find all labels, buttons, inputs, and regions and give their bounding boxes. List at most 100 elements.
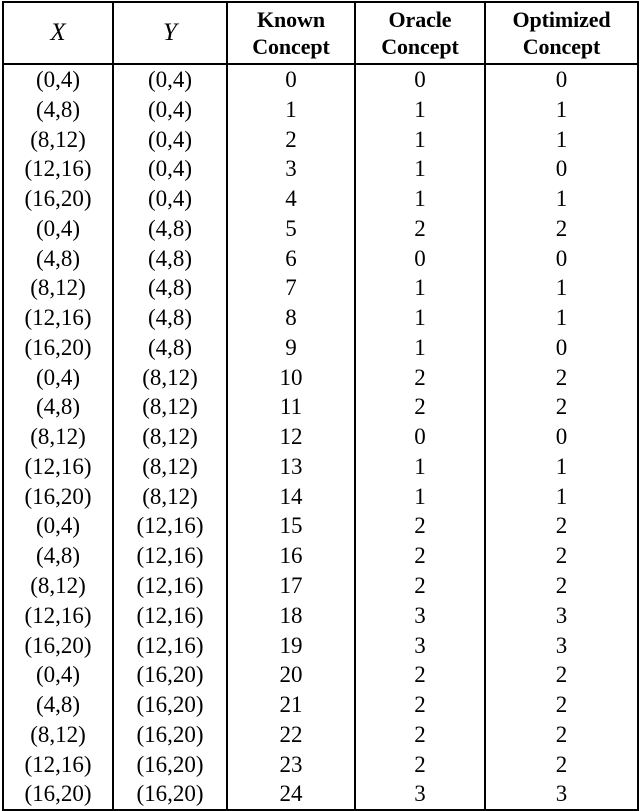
cell-optimized: 2 bbox=[555, 692, 568, 718]
table-row: (8,12) (8,12) 12 0 0 bbox=[3, 422, 638, 452]
table-row: (0,4) (0,4) 0 0 0 bbox=[3, 64, 638, 95]
cell-x: (12,16) bbox=[3, 451, 114, 482]
cell-optimized: 1 bbox=[555, 483, 568, 509]
cell-x: (16,20) bbox=[3, 332, 114, 363]
cell-optimized: 2 bbox=[555, 543, 568, 569]
column-header-known-concept-line2: Concept bbox=[252, 34, 330, 59]
table-container: X Y Known Concept Oracle Concept Optimiz… bbox=[2, 1, 639, 811]
cell-oracle: 1 bbox=[355, 481, 486, 512]
cell-y: (0,4) bbox=[113, 154, 228, 185]
table-row: (12,16) (4,8) 8 1 1 bbox=[3, 303, 638, 333]
table-row: (4,8) (16,20) 21 2 2 bbox=[3, 690, 638, 720]
column-header-optimized-concept: Optimized Concept bbox=[485, 2, 638, 65]
cell-known: 21 bbox=[227, 690, 356, 720]
column-header-oracle-concept: Oracle Concept bbox=[355, 2, 486, 65]
cell-oracle: 2 bbox=[355, 749, 486, 780]
cell-known: 8 bbox=[227, 303, 356, 333]
column-header-optimized-concept-line2: Concept bbox=[522, 34, 601, 59]
cell-oracle: 2 bbox=[355, 362, 486, 393]
cell-x: (16,20) bbox=[3, 481, 114, 512]
header-row: X Y Known Concept Oracle Concept Optimiz… bbox=[3, 2, 638, 65]
cell-known: 4 bbox=[227, 184, 356, 214]
table-row: (0,4) (12,16) 15 2 2 bbox=[3, 511, 638, 542]
table-row: (4,8) (0,4) 1 1 1 bbox=[3, 94, 638, 125]
column-header-y-label: Y bbox=[163, 19, 177, 46]
table-row: (8,12) (0,4) 2 1 1 bbox=[3, 124, 638, 155]
cell-oracle: 1 bbox=[355, 154, 486, 185]
cell-x: (16,20) bbox=[3, 184, 114, 214]
cell-known: 19 bbox=[227, 630, 356, 661]
cell-oracle: 1 bbox=[355, 451, 486, 482]
cell-oracle: 0 bbox=[355, 422, 486, 452]
cell-y: (0,4) bbox=[113, 184, 228, 214]
table-row: (12,16) (12,16) 18 3 3 bbox=[3, 600, 638, 631]
cell-y: (4,8) bbox=[113, 243, 228, 274]
table-row: (16,20) (8,12) 14 1 1 bbox=[3, 481, 638, 512]
cell-optimized: 2 bbox=[555, 394, 568, 420]
cell-known: 6 bbox=[227, 243, 356, 274]
cell-optimized: 2 bbox=[555, 215, 568, 241]
cell-oracle: 1 bbox=[355, 94, 486, 125]
table-row: (12,16) (0,4) 3 1 0 bbox=[3, 154, 638, 185]
cell-y: (16,20) bbox=[113, 660, 228, 691]
cell-optimized: 2 bbox=[555, 751, 568, 777]
cell-optimized: 3 bbox=[555, 781, 568, 807]
cell-known: 24 bbox=[227, 779, 356, 811]
cell-oracle: 2 bbox=[355, 660, 486, 691]
cell-optimized: 2 bbox=[555, 721, 568, 747]
cell-y: (0,4) bbox=[113, 124, 228, 155]
column-header-oracle-concept-line1: Oracle bbox=[388, 7, 452, 32]
cell-x: (12,16) bbox=[3, 303, 114, 333]
cell-oracle: 0 bbox=[355, 64, 486, 95]
cell-oracle: 1 bbox=[355, 332, 486, 363]
table-row: (0,4) (8,12) 10 2 2 bbox=[3, 362, 638, 393]
cell-known: 5 bbox=[227, 213, 356, 244]
cell-x: (8,12) bbox=[3, 422, 114, 452]
cell-optimized: 1 bbox=[555, 453, 568, 479]
cell-oracle: 1 bbox=[355, 184, 486, 214]
cell-optimized: 1 bbox=[555, 305, 568, 331]
cell-optimized: 3 bbox=[555, 602, 568, 628]
cell-known: 17 bbox=[227, 571, 356, 601]
cell-x: (0,4) bbox=[3, 213, 114, 244]
cell-x: (0,4) bbox=[3, 660, 114, 691]
cell-y: (8,12) bbox=[113, 362, 228, 393]
cell-optimized: 1 bbox=[555, 275, 568, 301]
cell-optimized: 0 bbox=[555, 424, 568, 450]
cell-known: 18 bbox=[227, 600, 356, 631]
cell-known: 22 bbox=[227, 719, 356, 750]
table-header: X Y Known Concept Oracle Concept Optimiz… bbox=[3, 2, 638, 65]
cell-y: (8,12) bbox=[113, 422, 228, 452]
cell-known: 0 bbox=[227, 64, 356, 95]
cell-x: (4,8) bbox=[3, 392, 114, 423]
cell-oracle: 0 bbox=[355, 243, 486, 274]
table-row: (8,12) (16,20) 22 2 2 bbox=[3, 719, 638, 750]
column-header-known-concept: Known Concept bbox=[227, 2, 356, 65]
cell-oracle: 1 bbox=[355, 124, 486, 155]
table-row: (16,20) (0,4) 4 1 1 bbox=[3, 184, 638, 214]
cell-oracle: 2 bbox=[355, 392, 486, 423]
column-header-known-concept-line1: Known bbox=[257, 7, 325, 32]
cell-optimized: 1 bbox=[555, 126, 568, 152]
column-header-oracle-concept-line2: Concept bbox=[381, 34, 459, 59]
cell-y: (4,8) bbox=[113, 213, 228, 244]
cell-x: (16,20) bbox=[3, 779, 114, 811]
column-header-optimized-concept-line1: Optimized bbox=[512, 7, 611, 32]
cell-known: 2 bbox=[227, 124, 356, 155]
cell-optimized: 3 bbox=[555, 632, 568, 658]
cell-x: (4,8) bbox=[3, 243, 114, 274]
cell-x: (0,4) bbox=[3, 362, 114, 393]
cell-y: (16,20) bbox=[113, 690, 228, 720]
cell-x: (4,8) bbox=[3, 541, 114, 572]
table-row: (0,4) (16,20) 20 2 2 bbox=[3, 660, 638, 691]
cell-oracle: 3 bbox=[355, 779, 486, 811]
cell-known: 13 bbox=[227, 451, 356, 482]
cell-y: (0,4) bbox=[113, 64, 228, 95]
cell-known: 11 bbox=[227, 392, 356, 423]
table-row: (12,16) (8,12) 13 1 1 bbox=[3, 451, 638, 482]
cell-y: (12,16) bbox=[113, 541, 228, 572]
table-row: (4,8) (4,8) 6 0 0 bbox=[3, 243, 638, 274]
cell-y: (0,4) bbox=[113, 94, 228, 125]
cell-x: (12,16) bbox=[3, 749, 114, 780]
cell-x: (8,12) bbox=[3, 124, 114, 155]
